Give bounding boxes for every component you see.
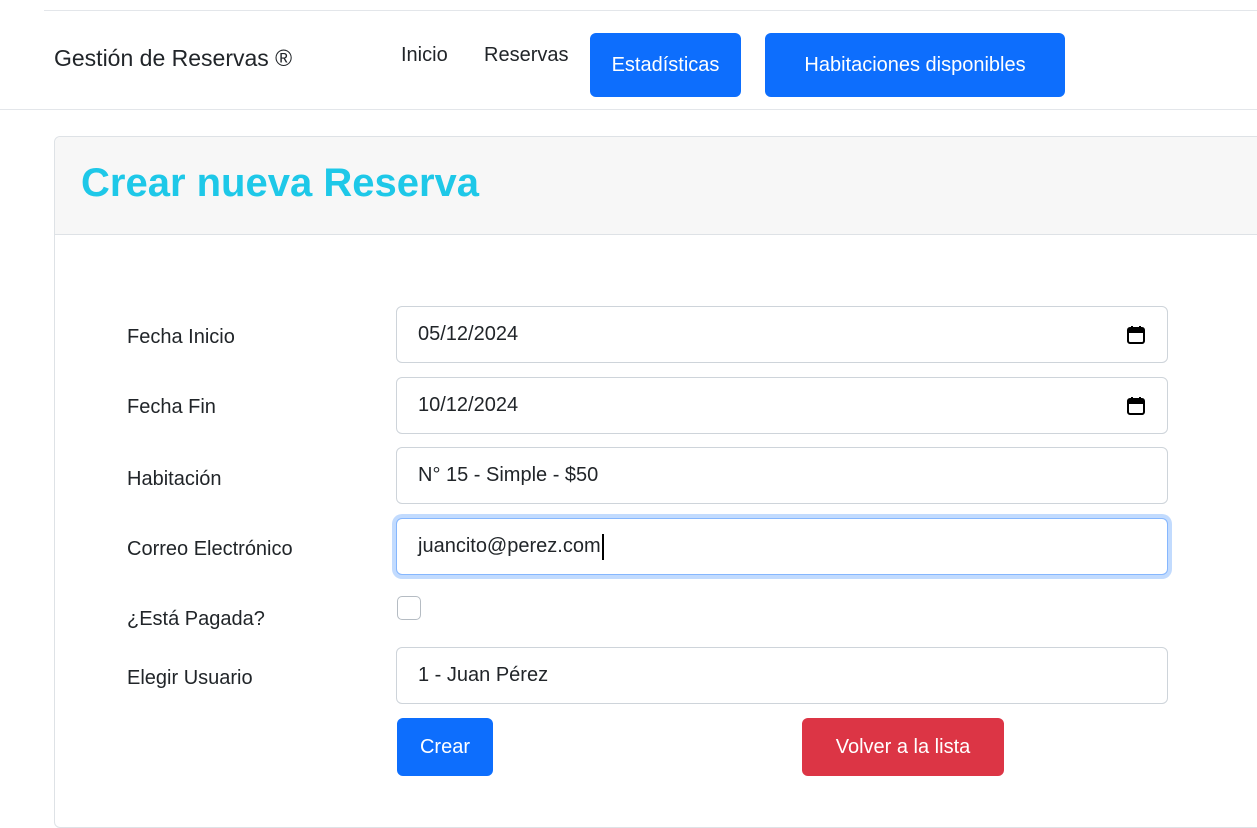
card-header: Crear nueva Reserva <box>55 137 1257 235</box>
pagada-label: ¿Está Pagada? <box>127 608 265 630</box>
fecha-fin-input[interactable]: 10/12/2024 <box>396 377 1168 434</box>
fecha-fin-value: 10/12/2024 <box>418 394 519 416</box>
nav-button-estadisticas[interactable]: Estadísticas <box>590 33 741 97</box>
correo-label: Correo Electrónico <box>127 538 293 560</box>
top-strip <box>44 0 1257 11</box>
usuario-label: Elegir Usuario <box>127 667 253 689</box>
nav-link-reservas[interactable]: Reservas <box>484 45 568 65</box>
fecha-inicio-value: 05/12/2024 <box>418 323 519 345</box>
calendar-icon[interactable] <box>1126 396 1146 416</box>
navbar-brand[interactable]: Gestión de Reservas ® <box>54 47 292 70</box>
fecha-fin-label: Fecha Fin <box>127 396 216 418</box>
habitacion-value: N° 15 - Simple - $50 <box>418 464 599 486</box>
usuario-select[interactable]: 1 - Juan Pérez <box>396 647 1168 704</box>
habitacion-select[interactable]: N° 15 - Simple - $50 <box>396 447 1168 504</box>
crear-button[interactable]: Crear <box>397 718 493 776</box>
correo-input[interactable]: juancito@perez.com <box>396 518 1168 575</box>
page-title: Crear nueva Reserva <box>81 161 480 205</box>
nav-link-inicio[interactable]: Inicio <box>401 45 448 65</box>
usuario-value: 1 - Juan Pérez <box>418 664 549 686</box>
calendar-icon[interactable] <box>1126 325 1146 345</box>
nav-button-habitaciones[interactable]: Habitaciones disponibles <box>765 33 1065 97</box>
correo-value: juancito@perez.com <box>418 535 601 557</box>
volver-button[interactable]: Volver a la lista <box>802 718 1004 776</box>
fecha-inicio-input[interactable]: 05/12/2024 <box>396 306 1168 363</box>
fecha-inicio-label: Fecha Inicio <box>127 326 235 348</box>
habitacion-label: Habitación <box>127 468 222 490</box>
pagada-checkbox[interactable] <box>397 596 421 620</box>
text-caret <box>601 533 604 560</box>
